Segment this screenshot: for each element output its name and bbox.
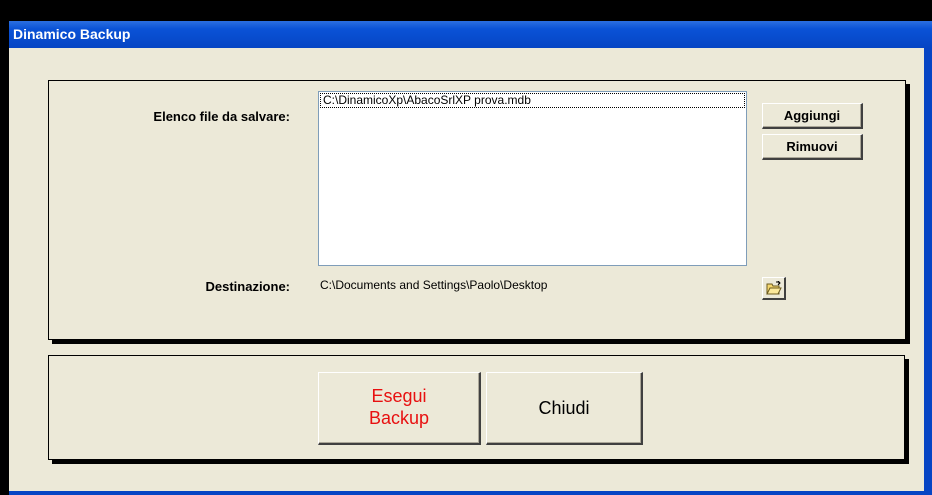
- folder-open-icon: [766, 281, 782, 295]
- title-bar[interactable]: Dinamico Backup: [9, 21, 932, 48]
- window-border-bottom: [9, 491, 932, 495]
- browse-folder-button[interactable]: [762, 277, 786, 300]
- run-backup-button[interactable]: Esegui Backup: [318, 372, 481, 445]
- destination-label: Destinazione:: [205, 279, 290, 294]
- window-border-right: [924, 48, 932, 495]
- destination-path: C:\Documents and Settings\Paolo\Desktop: [320, 278, 548, 292]
- window-title: Dinamico Backup: [13, 26, 131, 42]
- remove-button[interactable]: Rimuovi: [762, 134, 863, 160]
- files-label: Elenco file da salvare:: [153, 109, 290, 124]
- add-button[interactable]: Aggiungi: [762, 103, 863, 129]
- close-button[interactable]: Chiudi: [486, 372, 643, 445]
- run-backup-label-line2: Backup: [368, 408, 430, 428]
- files-listbox[interactable]: C:\DinamicoXp\AbacoSrlXP prova.mdb: [318, 91, 747, 266]
- list-item[interactable]: C:\DinamicoXp\AbacoSrlXP prova.mdb: [320, 93, 745, 108]
- run-backup-label-line1: Esegui: [371, 386, 427, 406]
